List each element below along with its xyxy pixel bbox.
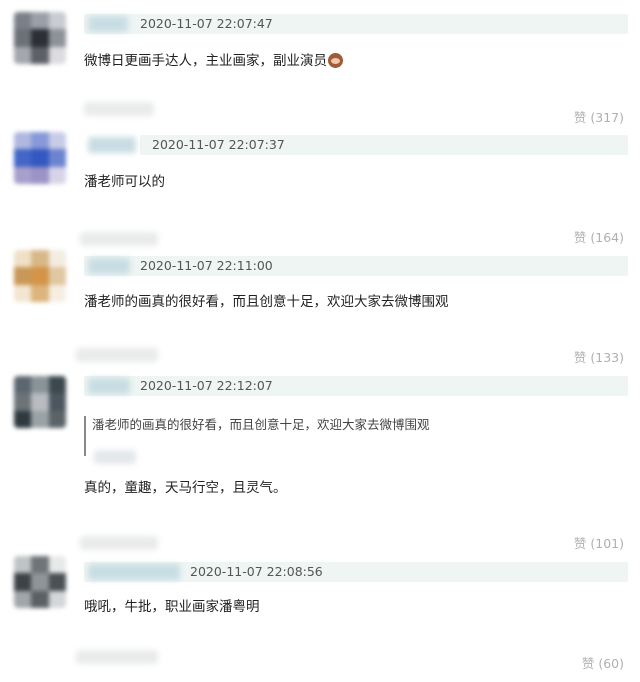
comment-meta-bar: 2020-11-07 22:11:00 bbox=[84, 256, 628, 276]
avatar[interactable] bbox=[14, 250, 66, 302]
username-blurred bbox=[76, 348, 158, 362]
avatar[interactable] bbox=[14, 132, 66, 184]
username-blurred[interactable] bbox=[88, 564, 180, 580]
like-count[interactable]: 赞 (60) bbox=[582, 656, 624, 672]
comment-text: 微博日更画手达人，主业画家，副业演员 bbox=[84, 52, 343, 70]
comment-text: 潘老师的画真的很好看，而且创意十足，欢迎大家去微博围观 bbox=[84, 294, 449, 310]
username-blurred[interactable] bbox=[88, 16, 128, 32]
comment-meta-bar: 2020-11-07 22:07:47 bbox=[84, 14, 628, 34]
monkey-emoji-icon bbox=[328, 53, 343, 68]
username-blurred bbox=[80, 536, 158, 550]
comment-text: 潘老师可以的 bbox=[84, 174, 165, 190]
username-blurred[interactable] bbox=[88, 137, 136, 153]
comment-timestamp: 2020-11-07 22:08:56 bbox=[190, 564, 323, 579]
comment-item: 2020-11-07 22:07:37 潘老师可以的 赞 (164) bbox=[0, 100, 640, 245]
comment-timestamp: 2020-11-07 22:12:07 bbox=[140, 378, 273, 393]
comment-item: 2020-11-07 22:11:00 潘老师的画真的很好看，而且创意十足，欢迎… bbox=[0, 230, 640, 365]
comment-meta-bar: 2020-11-07 22:08:56 bbox=[84, 562, 628, 582]
comment-item: 2020-11-07 22:08:56 哦吼，牛批，职业画家潘粤明 赞 (60) bbox=[0, 530, 640, 682]
comment-timestamp: 2020-11-07 22:11:00 bbox=[140, 258, 273, 273]
avatar[interactable] bbox=[14, 12, 66, 64]
comment-meta-bar: 2020-11-07 22:07:37 bbox=[140, 135, 628, 155]
comment-item: 2020-11-07 22:12:07 潘老师的画真的很好看，而且创意十足，欢迎… bbox=[0, 348, 640, 551]
quoted-username-blurred bbox=[94, 450, 136, 464]
quoted-reply: 潘老师的画真的很好看，而且创意十足，欢迎大家去微博围观 bbox=[84, 416, 430, 456]
username-blurred[interactable] bbox=[88, 378, 130, 394]
comment-item: 2020-11-07 22:07:47 微博日更画手达人，主业画家，副业演员 赞… bbox=[0, 0, 640, 125]
username-blurred[interactable] bbox=[88, 258, 130, 274]
avatar[interactable] bbox=[14, 556, 66, 608]
username-blurred bbox=[84, 102, 154, 116]
username-blurred bbox=[80, 232, 158, 246]
comment-text: 真的，童趣，天马行空，且灵气。 bbox=[84, 480, 287, 496]
comment-text: 哦吼，牛批，职业画家潘粤明 bbox=[84, 599, 260, 615]
comment-timestamp: 2020-11-07 22:07:37 bbox=[152, 137, 285, 152]
comment-meta-bar: 2020-11-07 22:12:07 bbox=[84, 376, 628, 396]
username-blurred bbox=[76, 650, 158, 664]
comment-timestamp: 2020-11-07 22:07:47 bbox=[140, 16, 273, 31]
avatar[interactable] bbox=[14, 376, 66, 428]
